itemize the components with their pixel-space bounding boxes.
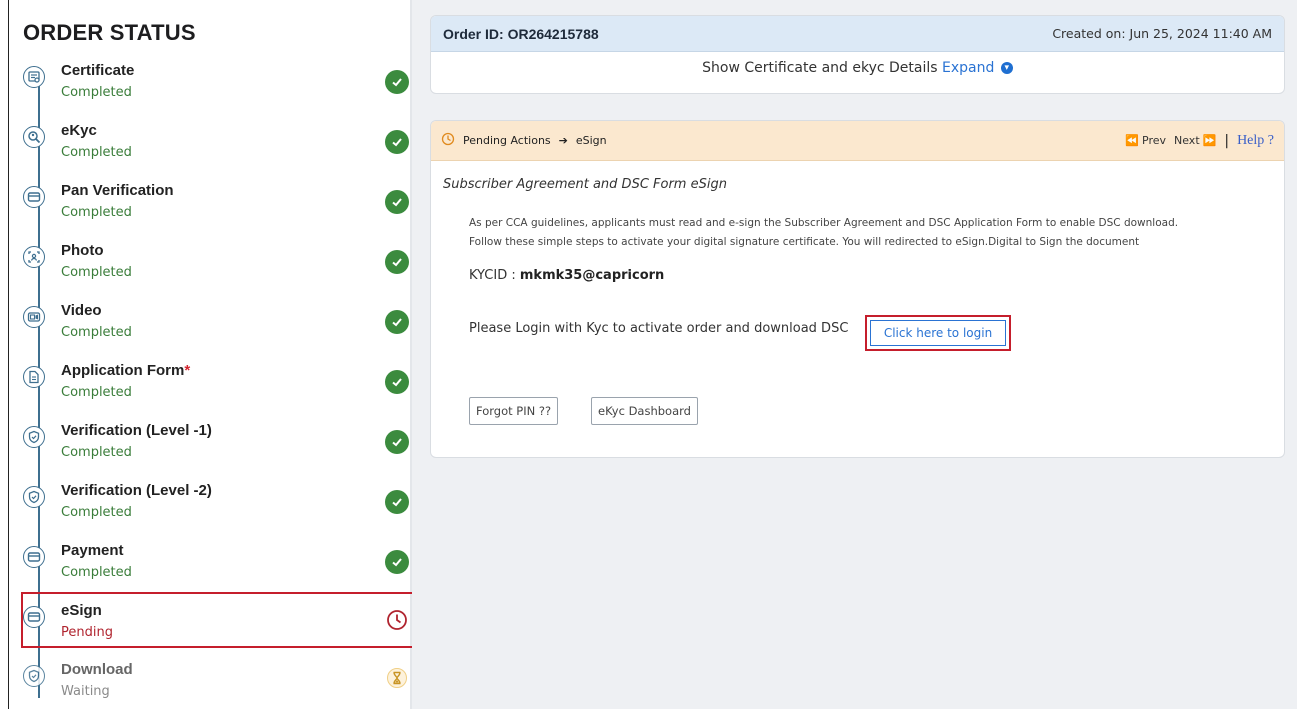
next-button[interactable]: Next ⏩: [1174, 134, 1216, 147]
card-icon: [23, 546, 45, 568]
sidebar-title: ORDER STATUS: [23, 20, 196, 45]
video-icon: [23, 306, 45, 328]
nav-separator: |: [1224, 132, 1230, 149]
login-prompt: Please Login with Kyc to activate order …: [469, 321, 849, 336]
check-icon: [385, 310, 409, 334]
login-button[interactable]: Click here to login: [870, 320, 1006, 346]
breadcrumb-pending-actions: Pending Actions: [463, 134, 551, 147]
step-status: Completed: [61, 205, 132, 220]
action-body: Subscriber Agreement and DSC Form eSign …: [431, 161, 1284, 299]
step-status: Completed: [61, 85, 132, 100]
order-card: Order ID: OR264215788 Created on: Jun 25…: [430, 15, 1285, 94]
double-chevron-right-icon: ⏩: [1202, 134, 1217, 147]
action-breadcrumb: Pending Actions ➔ eSign: [441, 132, 607, 150]
hourglass-icon: [386, 667, 408, 693]
esign-highlight-box: [21, 592, 420, 648]
action-nav: ⏪ Prev Next ⏩ | Help ?: [1125, 133, 1274, 149]
step-status: Completed: [61, 505, 132, 520]
step-verification-level-2[interactable]: Verification (Level -2) Completed: [9, 482, 412, 540]
order-id: Order ID: OR264215788: [443, 25, 599, 42]
step-verification-level-1[interactable]: Verification (Level -1) Completed: [9, 422, 412, 480]
order-status-sidebar: ORDER STATUS Certificate Completed eKyc …: [9, 0, 420, 709]
step-label: Verification (Level -2): [61, 482, 212, 499]
action-header: Pending Actions ➔ eSign ⏪ Prev Next ⏩ | He…: [431, 121, 1284, 161]
photo-icon: [23, 246, 45, 268]
shield-icon: [23, 426, 45, 448]
order-created-date: Created on: Jun 25, 2024 11:40 AM: [1052, 26, 1272, 41]
kycid-line: KYCID : mkmk35@capricorn: [443, 268, 1272, 283]
shield-icon: [23, 665, 45, 687]
document-icon: [23, 366, 45, 388]
check-icon: [385, 550, 409, 574]
double-chevron-left-icon: ⏪: [1125, 134, 1139, 147]
step-label: Video: [61, 302, 102, 319]
login-highlight-box: Click here to login: [865, 315, 1011, 351]
step-status: Completed: [61, 145, 132, 160]
chevron-down-icon: ▾: [1000, 62, 1013, 74]
step-photo[interactable]: Photo Completed: [9, 242, 412, 300]
step-status: Completed: [61, 565, 132, 580]
ekyc-search-icon: [23, 126, 45, 148]
check-icon: [385, 250, 409, 274]
step-status: Completed: [61, 265, 132, 280]
required-asterisk: *: [184, 362, 191, 379]
step-download[interactable]: Download Waiting: [9, 661, 412, 709]
check-icon: [385, 430, 409, 454]
check-icon: [385, 190, 409, 214]
check-icon: [385, 70, 409, 94]
check-icon: [385, 370, 409, 394]
step-label: Certificate: [61, 62, 135, 79]
certificate-icon: [23, 66, 45, 88]
breadcrumb-current: eSign: [575, 134, 607, 147]
check-icon: [385, 490, 409, 514]
step-label: Application Form*: [61, 362, 191, 379]
forgot-pin-button[interactable]: Forgot PIN ??: [469, 397, 559, 425]
step-application-form[interactable]: Application Form* Completed: [9, 362, 412, 420]
step-certificate[interactable]: Certificate Completed: [9, 62, 412, 120]
step-status: Completed: [61, 445, 132, 460]
prev-button[interactable]: ⏪ Prev: [1125, 134, 1166, 147]
expand-text: Show Certificate and ekyc Details: [702, 60, 938, 76]
step-status: Waiting: [61, 684, 110, 699]
step-status: Completed: [61, 325, 132, 340]
step-pan-verification[interactable]: Pan Verification Completed: [9, 182, 412, 240]
step-label: Payment: [61, 542, 124, 559]
expand-link[interactable]: Expand ▾: [942, 60, 1013, 76]
check-icon: [385, 130, 409, 154]
clock-icon: [441, 132, 455, 150]
step-label: Photo: [61, 242, 104, 259]
step-label: eKyc: [61, 122, 97, 139]
order-header: Order ID: OR264215788 Created on: Jun 25…: [431, 16, 1284, 52]
breadcrumb-arrow-icon: ➔: [558, 134, 568, 147]
step-video[interactable]: Video Completed: [9, 302, 412, 360]
action-description: As per CCA guidelines, applicants must r…: [469, 217, 1179, 248]
action-subheading: Subscriber Agreement and DSC Form eSign: [443, 177, 727, 192]
shield-icon: [23, 486, 45, 508]
kycid-value: mkmk35@capricorn: [519, 268, 665, 283]
step-ekyc[interactable]: eKyc Completed: [9, 122, 412, 180]
main-content: Order ID: OR264215788 Created on: Jun 25…: [412, 0, 1297, 709]
ekyc-dashboard-button[interactable]: eKyc Dashboard: [591, 397, 698, 425]
kycid-label: KYCID :: [469, 268, 516, 283]
step-label: Pan Verification: [61, 182, 174, 199]
order-details-toggle: Show Certificate and ekyc Details Expand…: [431, 52, 1284, 76]
help-link[interactable]: Help ?: [1237, 133, 1274, 149]
pending-action-card: Pending Actions ➔ eSign ⏪ Prev Next ⏩ | He…: [430, 120, 1285, 458]
step-status: Completed: [61, 385, 132, 400]
card-icon: [23, 186, 45, 208]
step-label: Download: [61, 661, 133, 678]
step-label: Verification (Level -1): [61, 422, 212, 439]
